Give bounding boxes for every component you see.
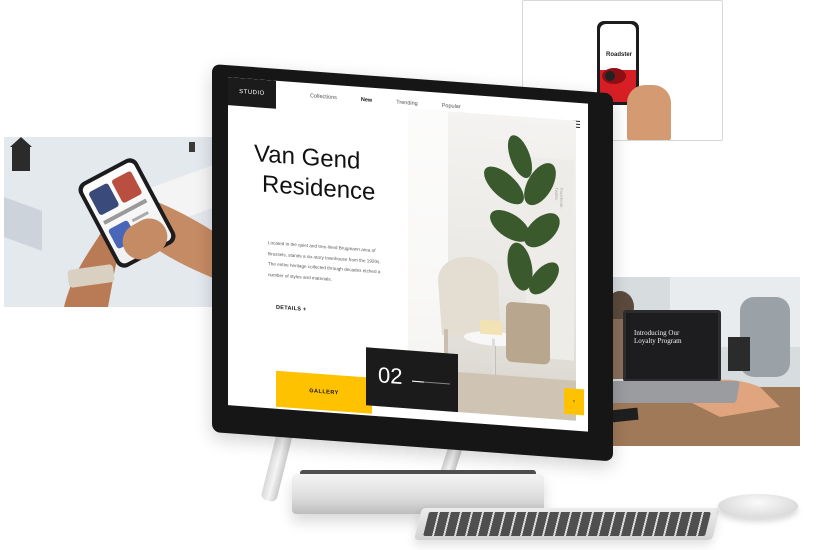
gallery-button[interactable]: GALLERY [276, 370, 372, 414]
nav-item-trending[interactable]: Trending [396, 100, 418, 108]
website-screen: STUDIO Collections New Trending Popular … [228, 77, 588, 432]
hero-description: Located in the quiet and tree-lined Brug… [268, 240, 381, 282]
hero-title: Van Gend Residence [254, 139, 394, 209]
slide-counter-number: 02 [378, 362, 403, 389]
slide-counter: 02 [366, 347, 458, 413]
details-link[interactable]: DETAILS + [276, 305, 307, 313]
keyboard [414, 508, 720, 540]
brand-logo[interactable]: STUDIO [228, 77, 276, 109]
keyboard-keys [423, 512, 711, 536]
roadster-title: Roadster [606, 52, 633, 58]
prev-slide-button[interactable]: ‹ [564, 387, 584, 416]
mouse [718, 494, 798, 518]
social-side-label[interactable]: Facebook · Twitter [554, 187, 564, 212]
nav-item-collections[interactable]: Collections [310, 93, 337, 101]
laptop-title: Introducing Our Loyalty Program [634, 329, 682, 345]
main-nav: Collections New Trending Popular [310, 93, 461, 110]
monitor: STUDIO Collections New Trending Popular … [212, 64, 613, 462]
slide-progress-bar [412, 380, 450, 385]
laptop-keyboard [608, 381, 740, 403]
laptop-screen: Introducing Our Loyalty Program [623, 310, 721, 382]
nav-item-new[interactable]: New [361, 97, 372, 104]
next-slide-button[interactable]: › [584, 389, 588, 416]
nav-item-popular[interactable]: Popular [442, 103, 461, 110]
right-top-hand [627, 85, 671, 140]
left-photo-card [4, 137, 236, 307]
